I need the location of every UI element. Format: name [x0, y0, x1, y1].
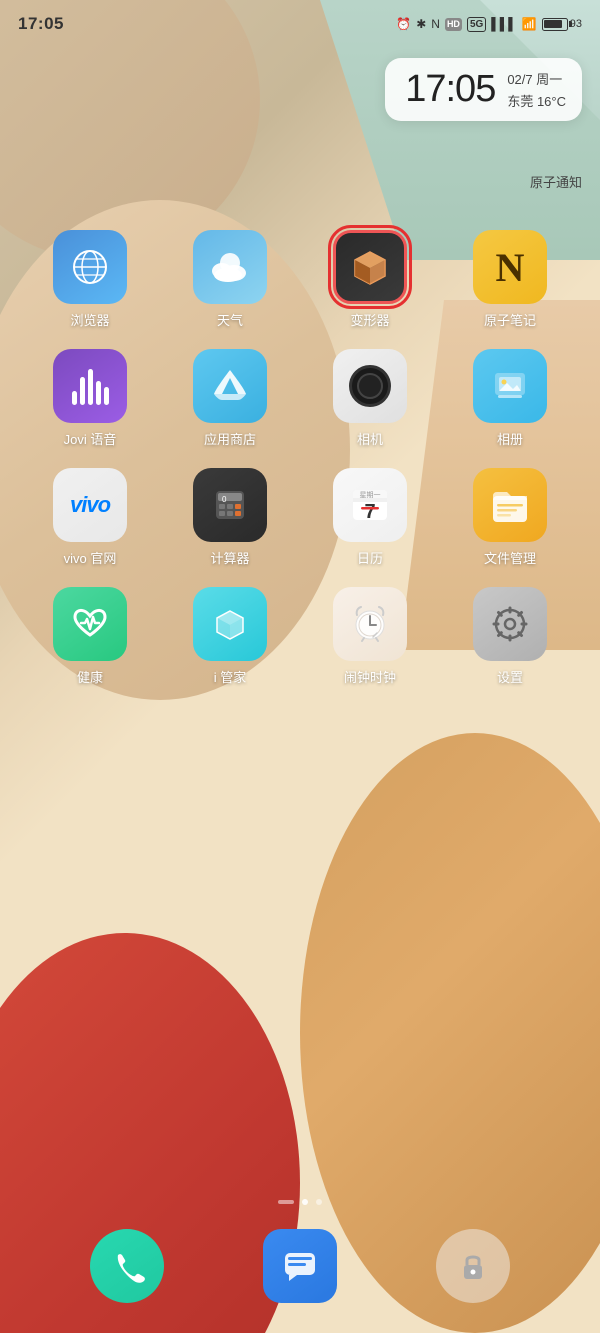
dock-lock[interactable] [436, 1229, 510, 1303]
widget-time: 17:05 [405, 68, 495, 111]
weather-label: 天气 [217, 310, 243, 329]
clock-widget: 17:05 02/7 周一 东莞 16°C [385, 58, 582, 121]
app-item-files[interactable]: 文件管理 [455, 468, 565, 567]
appstore-icon [193, 349, 267, 423]
weather-icon [193, 230, 267, 304]
5g-tag: 5G [467, 17, 486, 32]
settings-label: 设置 [497, 667, 523, 686]
manager-icon [193, 587, 267, 661]
app-row-1: 浏览器 天气 [20, 230, 580, 329]
transformer-icon [333, 230, 407, 304]
wifi-icon: 📶 [522, 17, 537, 31]
app-item-calculator[interactable]: 0 计算器 [175, 468, 285, 567]
app-item-jovi[interactable]: Jovi 语音 [35, 349, 145, 448]
alarm-label: 闹钟时钟 [344, 667, 396, 686]
alarm-status-icon: ⏰ [396, 17, 411, 31]
hd-tag: HD [445, 18, 462, 31]
transformer-label: 变形器 [350, 310, 389, 329]
page-dot-1[interactable] [302, 1199, 308, 1205]
settings-icon [473, 587, 547, 661]
vivo-web-label: vivo 官网 [64, 548, 117, 567]
app-item-manager[interactable]: i 管家 [175, 587, 285, 686]
photos-icon [473, 349, 547, 423]
app-grid: 浏览器 天气 [0, 230, 600, 706]
calculator-label: 计算器 [210, 548, 249, 567]
app-item-health[interactable]: 健康 [35, 587, 145, 686]
app-row-4: 健康 i 管家 [20, 587, 580, 686]
app-item-notes[interactable]: N 原子笔记 [455, 230, 565, 329]
notes-icon: N [473, 230, 547, 304]
manager-label: i 管家 [214, 667, 247, 686]
dock-phone[interactable] [90, 1229, 164, 1303]
signal-icon: ▌▌▌ [491, 17, 517, 31]
calculator-icon: 0 [193, 468, 267, 542]
app-item-appstore[interactable]: 应用商店 [175, 349, 285, 448]
browser-icon [53, 230, 127, 304]
files-label: 文件管理 [484, 548, 536, 567]
notes-label: 原子笔记 [484, 310, 536, 329]
widget-location: 东莞 16°C [507, 91, 566, 110]
app-item-photos[interactable]: 相册 [455, 349, 565, 448]
widget-info: 02/7 周一 东莞 16°C [507, 69, 566, 110]
app-item-calendar[interactable]: 7 星期一 日历 [315, 468, 425, 567]
page-dot-2[interactable] [316, 1199, 322, 1205]
atomic-notify: 原子通知 [530, 172, 582, 191]
browser-label: 浏览器 [70, 310, 109, 329]
status-bar: 17:05 ⏰ ✱ N HD 5G ▌▌▌ 📶 93 [0, 0, 600, 48]
app-row-2: Jovi 语音 应用商店 相机 [20, 349, 580, 448]
app-item-weather[interactable]: 天气 [175, 230, 285, 329]
bluetooth-icon: ✱ [416, 17, 426, 31]
jovi-label: Jovi 语音 [64, 429, 117, 448]
files-icon [473, 468, 547, 542]
app-row-3: vivo vivo 官网 0 计算器 [20, 468, 580, 567]
app-item-transformer[interactable]: 变形器 [315, 230, 425, 329]
appstore-label: 应用商店 [204, 429, 256, 448]
dock-message[interactable] [263, 1229, 337, 1303]
svg-text:7: 7 [364, 501, 375, 523]
status-icons: ⏰ ✱ N HD 5G ▌▌▌ 📶 93 [396, 17, 582, 32]
photos-label: 相册 [497, 429, 523, 448]
calendar-label: 日历 [357, 548, 383, 567]
battery-indicator: 93 [542, 18, 582, 31]
status-time: 17:05 [18, 14, 64, 34]
page-dots [0, 1199, 600, 1205]
app-item-camera[interactable]: 相机 [315, 349, 425, 448]
dock [0, 1229, 600, 1303]
app-item-alarm[interactable]: 闹钟时钟 [315, 587, 425, 686]
health-icon [53, 587, 127, 661]
jovi-icon [53, 349, 127, 423]
page-dot-0[interactable] [278, 1200, 294, 1204]
nfc-icon: N [431, 17, 440, 31]
svg-text:0: 0 [222, 495, 227, 504]
widget-date: 02/7 周一 [507, 69, 562, 88]
app-item-settings[interactable]: 设置 [455, 587, 565, 686]
vivo-web-icon: vivo [53, 468, 127, 542]
calendar-icon: 7 星期一 [333, 468, 407, 542]
camera-icon [333, 349, 407, 423]
app-item-browser[interactable]: 浏览器 [35, 230, 145, 329]
app-item-vivo-web[interactable]: vivo vivo 官网 [35, 468, 145, 567]
health-label: 健康 [77, 667, 103, 686]
camera-label: 相机 [357, 429, 383, 448]
alarm-icon [333, 587, 407, 661]
svg-text:星期一: 星期一 [360, 491, 381, 499]
